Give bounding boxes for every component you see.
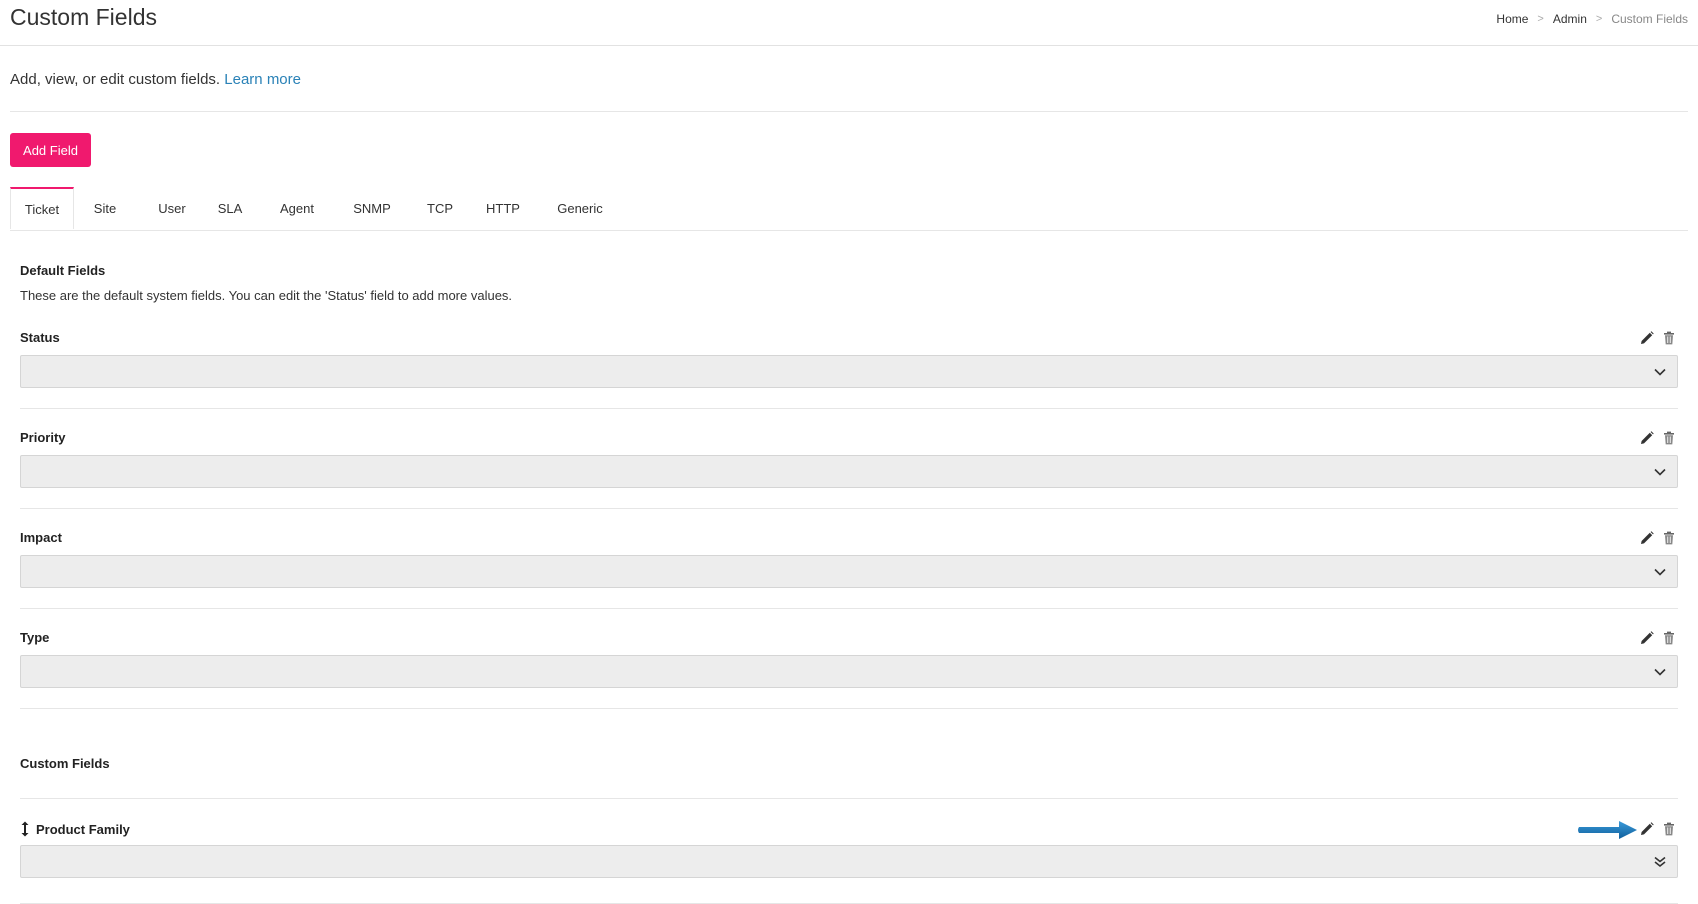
- divider: [20, 708, 1678, 709]
- chevron-down-icon: [1654, 568, 1666, 576]
- product-family-select[interactable]: [20, 845, 1678, 878]
- tab-ticket[interactable]: Ticket: [10, 187, 74, 230]
- default-fields-description: These are the default system fields. You…: [20, 288, 513, 303]
- field-label-type: Type: [20, 630, 50, 645]
- field-label-product-family: Product Family: [20, 821, 130, 837]
- trash-icon[interactable]: [1662, 822, 1676, 836]
- drag-handle-icon[interactable]: [20, 821, 30, 837]
- field-actions: [1640, 822, 1676, 836]
- custom-fields-title: Custom Fields: [20, 756, 110, 771]
- priority-select[interactable]: [20, 455, 1678, 488]
- tab-generic[interactable]: Generic: [548, 187, 612, 230]
- pencil-icon[interactable]: [1640, 631, 1654, 645]
- divider: [20, 508, 1678, 509]
- field-label-impact: Impact: [20, 530, 62, 545]
- tab-tcp[interactable]: TCP: [418, 187, 462, 230]
- pencil-icon[interactable]: [1640, 431, 1654, 445]
- arrow-pointer-icon: [1578, 821, 1637, 839]
- breadcrumb-separator: >: [1595, 13, 1603, 25]
- learn-more-link[interactable]: Learn more: [224, 71, 301, 88]
- add-field-button[interactable]: Add Field: [10, 133, 91, 167]
- divider: [20, 408, 1678, 409]
- tab-site[interactable]: Site: [84, 187, 126, 230]
- tab-sla[interactable]: SLA: [210, 187, 250, 230]
- field-type-tabs: Ticket Site User SLA Agent SNMP TCP HTTP…: [10, 187, 1688, 231]
- divider: [10, 111, 1688, 112]
- chevron-down-icon: [1654, 468, 1666, 476]
- pencil-icon[interactable]: [1640, 531, 1654, 545]
- field-actions: [1640, 531, 1676, 545]
- impact-select[interactable]: [20, 555, 1678, 588]
- field-actions: [1640, 431, 1676, 445]
- breadcrumb-home[interactable]: Home: [1496, 12, 1528, 26]
- trash-icon[interactable]: [1662, 531, 1676, 545]
- pencil-icon[interactable]: [1640, 822, 1654, 836]
- intro-text: Add, view, or edit custom fields. Learn …: [10, 71, 301, 88]
- page-header: Custom Fields Home > Admin > Custom Fiel…: [0, 0, 1698, 46]
- breadcrumb-current: Custom Fields: [1611, 12, 1688, 26]
- type-select[interactable]: [20, 655, 1678, 688]
- field-actions: [1640, 331, 1676, 345]
- intro-description: Add, view, or edit custom fields.: [10, 71, 221, 88]
- tab-user[interactable]: User: [150, 187, 194, 230]
- product-family-label: Product Family: [36, 821, 130, 837]
- field-actions: [1640, 631, 1676, 645]
- trash-icon[interactable]: [1662, 331, 1676, 345]
- tab-http[interactable]: HTTP: [478, 187, 528, 230]
- page-title: Custom Fields: [10, 4, 157, 30]
- tab-snmp[interactable]: SNMP: [344, 187, 400, 230]
- status-select[interactable]: [20, 355, 1678, 388]
- tab-agent[interactable]: Agent: [270, 187, 324, 230]
- pencil-icon[interactable]: [1640, 331, 1654, 345]
- breadcrumb-admin[interactable]: Admin: [1553, 12, 1587, 26]
- chevron-down-icon: [1654, 368, 1666, 376]
- field-label-status: Status: [20, 330, 60, 345]
- breadcrumb: Home > Admin > Custom Fields: [1496, 12, 1688, 26]
- default-fields-title: Default Fields: [20, 263, 106, 278]
- divider: [20, 798, 1678, 799]
- chevron-down-icon: [1654, 668, 1666, 676]
- trash-icon[interactable]: [1662, 631, 1676, 645]
- divider: [20, 608, 1678, 609]
- double-chevron-down-icon: [1654, 856, 1666, 868]
- trash-icon[interactable]: [1662, 431, 1676, 445]
- field-label-priority: Priority: [20, 430, 66, 445]
- breadcrumb-separator: >: [1537, 13, 1544, 25]
